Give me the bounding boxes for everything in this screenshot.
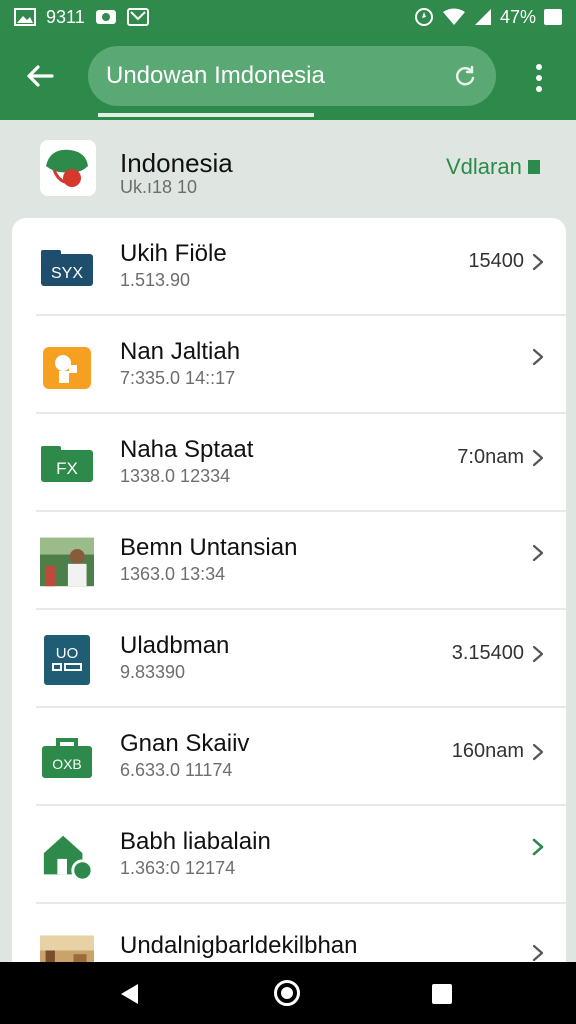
page-title: Indonesia bbox=[120, 148, 233, 178]
status-left-label: 9311 bbox=[46, 6, 85, 27]
chevron-right-icon bbox=[532, 253, 544, 270]
list-item[interactable]: Bemn Untansian 1363.0 13:34 bbox=[12, 512, 566, 610]
list-item-title: Babh liabalain bbox=[120, 828, 271, 855]
back-button[interactable] bbox=[20, 56, 60, 96]
chevron-right-icon bbox=[532, 544, 544, 562]
list-item-subtitle: 9.83390 bbox=[120, 662, 186, 682]
list-item[interactable]: SYX Ukih Fiöle 1.513.90 15400 bbox=[12, 218, 566, 316]
briefcase-icon: OXB bbox=[40, 733, 94, 783]
green-badge-icon: FX bbox=[40, 439, 94, 489]
nav-recents-icon[interactable] bbox=[432, 984, 452, 1004]
file-badge-text: SYX bbox=[51, 265, 83, 282]
document-grid-text: UO bbox=[56, 645, 79, 662]
person-photo-icon bbox=[40, 537, 94, 587]
app-bar: Undowan Imdonesia bbox=[0, 34, 576, 120]
home-icon bbox=[40, 831, 94, 881]
overflow-menu-button[interactable] bbox=[524, 58, 554, 98]
chevron-right-icon bbox=[532, 645, 544, 662]
list-item[interactable]: UO Uladbman 9.83390 3.15400 bbox=[12, 610, 566, 708]
list-item-meta-value: 160nam bbox=[451, 740, 524, 762]
list-card: SYX Ukih Fiöle 1.513.90 15400 Nan Jaltia… bbox=[12, 218, 566, 979]
green-badge-text: FX bbox=[56, 459, 78, 478]
list-item-subtitle: 1.513.90 bbox=[120, 270, 191, 290]
list-item[interactable]: OXB Gnan Skaiiv 6.633.0 11174 160nam bbox=[12, 708, 566, 806]
section-header: Indonesia Uk.ı18 10 Vdlaran bbox=[0, 120, 576, 220]
header-action-label: Vdlaran bbox=[446, 154, 522, 179]
arrow-left-icon bbox=[27, 65, 54, 87]
list-item-meta bbox=[524, 838, 544, 856]
image-notification-icon bbox=[14, 8, 36, 26]
system-nav-bar bbox=[0, 962, 576, 1024]
list-item-subtitle: 1.363:0 12174 bbox=[120, 858, 236, 878]
mail-notification-icon bbox=[126, 8, 149, 26]
search-field[interactable]: Undowan Imdonesia bbox=[88, 46, 496, 106]
list-item-subtitle: 1338.0 12334 bbox=[120, 466, 231, 486]
signal-icon bbox=[474, 8, 492, 26]
chevron-right-icon bbox=[532, 449, 544, 466]
list-item-meta: 3.15400 bbox=[452, 642, 544, 665]
list-item-title: Nan Jaltiah bbox=[120, 338, 241, 365]
camera-notification-icon bbox=[95, 8, 117, 26]
list-item-title: Undalnigbarldekilbhan bbox=[120, 932, 358, 959]
list-item-meta-value: 7:0nam bbox=[457, 446, 524, 468]
list-item-title: Gnan Skaiiv bbox=[120, 730, 250, 757]
battery-percent: 47% bbox=[499, 6, 536, 27]
list-item-title: Naha Sptaat bbox=[120, 436, 254, 463]
chevron-right-icon bbox=[532, 348, 544, 366]
list-item[interactable]: Babh liabalain 1.363:0 12174 bbox=[12, 806, 566, 904]
nav-home-icon[interactable] bbox=[274, 980, 300, 1006]
list-item-meta: 7:0nam bbox=[457, 446, 544, 469]
list-item[interactable]: FX Naha Sptaat 1338.0 12334 7:0nam bbox=[12, 414, 566, 512]
tab-indicator bbox=[98, 113, 314, 117]
wifi-icon bbox=[442, 8, 466, 26]
list-item-meta: 160nam bbox=[452, 740, 544, 763]
orange-folder-icon bbox=[40, 341, 94, 391]
chevron-right-icon bbox=[532, 743, 544, 760]
file-badge-icon: SYX bbox=[40, 243, 94, 293]
chevron-right-icon bbox=[532, 838, 544, 856]
list-item-meta-value: 3.15400 bbox=[451, 642, 524, 664]
list-item-meta bbox=[532, 944, 544, 962]
list-item-title: Ukih Fiöle bbox=[120, 240, 227, 267]
list-item-title: Uladbman bbox=[120, 632, 230, 659]
list-item-subtitle: 6.633.0 11174 bbox=[120, 760, 233, 780]
page-subtitle: Uk.ı18 10 bbox=[120, 177, 198, 197]
search-text: Undowan Imdonesia bbox=[106, 62, 325, 89]
status-bar: 9311 47% bbox=[0, 0, 576, 34]
briefcase-text: OXB bbox=[52, 756, 82, 772]
list-item[interactable]: Nan Jaltiah 7:335.0 14::17 bbox=[12, 316, 566, 414]
square-icon bbox=[527, 160, 540, 174]
list-item-title: Bemn Untansian bbox=[120, 534, 298, 561]
chevron-right-icon bbox=[532, 944, 544, 962]
nav-back-icon[interactable] bbox=[118, 982, 140, 1006]
refresh-icon[interactable] bbox=[452, 63, 478, 89]
list-item-meta bbox=[524, 348, 544, 366]
header-action-button[interactable]: Vdlaran bbox=[446, 154, 540, 180]
battery-icon bbox=[544, 9, 562, 25]
sync-icon bbox=[414, 7, 434, 27]
document-grid-icon: UO bbox=[40, 635, 94, 685]
list-item-meta: 15400 bbox=[468, 250, 544, 273]
list-item-subtitle: 1363.0 13:34 bbox=[120, 564, 226, 584]
list-item-meta bbox=[524, 544, 544, 562]
list-item-subtitle: 7:335.0 14::17 bbox=[120, 368, 236, 388]
indonesia-logo-icon bbox=[40, 140, 96, 196]
list-item-meta-value: 15400 bbox=[468, 250, 524, 272]
